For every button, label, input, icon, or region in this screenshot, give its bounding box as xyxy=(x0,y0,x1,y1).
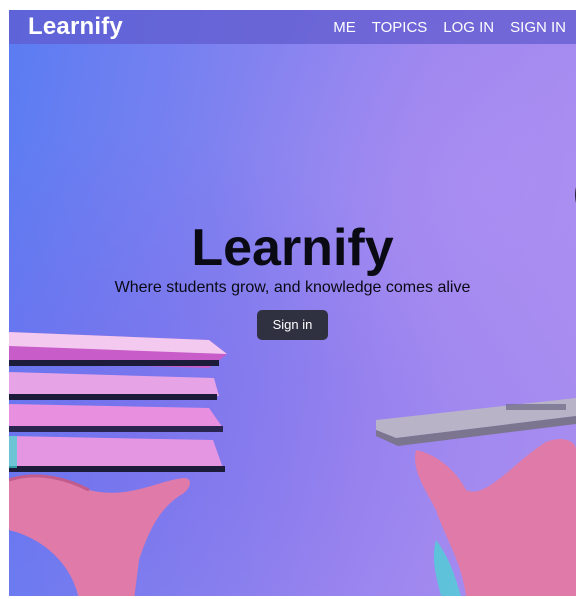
sign-in-button[interactable]: Sign in xyxy=(256,310,329,340)
brand-logo[interactable]: Learnify xyxy=(28,13,123,41)
nav-link-me[interactable]: ME xyxy=(333,19,356,36)
hero-subtitle: Where students grow, and knowledge comes… xyxy=(114,279,471,296)
nav-link-sign-in[interactable]: SIGN IN xyxy=(510,19,566,36)
hero-section: Learnify Where students grow, and knowle… xyxy=(9,218,576,340)
hero-title: Learnify xyxy=(191,219,394,277)
background-object xyxy=(575,187,576,203)
nav-link-topics[interactable]: TOPICS xyxy=(372,19,428,36)
nav-links: ME TOPICS LOG IN SIGN IN xyxy=(317,19,566,36)
nav-link-log-in[interactable]: LOG IN xyxy=(443,19,494,36)
laptop-hand-image xyxy=(376,398,576,596)
left-hand-image xyxy=(9,474,190,596)
page-frame: Learnify ME TOPICS LOG IN SIGN IN Learni… xyxy=(9,10,576,596)
top-navbar: Learnify ME TOPICS LOG IN SIGN IN xyxy=(9,10,576,44)
